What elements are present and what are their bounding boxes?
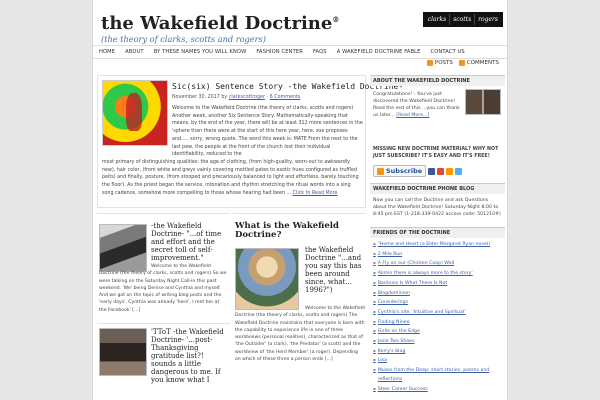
site-title[interactable]: the Wakefield Doctrine® [101,13,339,34]
subscribe-widget: MISSING NEW DOCTRINE MATERIAL? WHY NOT J… [370,145,505,181]
friend-link[interactable]: ▪ Steer Career Success [373,385,502,395]
friend-link[interactable]: ▪ Alimin there is always more to the stor… [373,269,502,279]
site-tagline: (the theory of clarks, scotts and rogers… [101,34,266,44]
nav-faqs[interactable]: FAQS [308,49,332,55]
subscribe-row: Subscribe [373,165,502,177]
main-content: Sic(six) Sentence Story -the Wakefield D… [97,75,403,400]
posts-feed-link[interactable]: POSTS [426,60,453,66]
post-excerpt: Welcome to the Wakefield Doctrine (the t… [235,306,365,363]
friend-link[interactable]: ▪ Considerings [373,298,502,308]
page-container: the Wakefield Doctrine® (the theory of c… [92,0,508,400]
nav-about[interactable]: ABOUT [120,49,149,55]
feed-links: POSTS COMMENTS [426,60,499,66]
tab-scotts[interactable]: scotts [449,14,474,25]
post-title[interactable]: the Wakefield Doctrine "...and you say t… [305,246,365,294]
post-heading[interactable]: What is the Wakefield Doctrine? [235,222,365,240]
sidebar: ABOUT THE WAKEFIELD DOCTRINE Congratulat… [370,75,505,400]
author-photo [465,89,501,115]
post-author-link[interactable]: clarkscottroger [229,95,265,100]
read-more-link[interactable]: Click to Read More [293,191,338,196]
google-icon[interactable] [437,167,445,175]
friend-link[interactable]: ▪ Girlie on the Edge [373,327,502,337]
subscribe-button[interactable]: Subscribe [373,165,427,177]
friend-link[interactable]: ▪ "Home and Heart (a Elder Margaret Ryan … [373,240,502,250]
nav-fashion-center[interactable]: FASHION CENTER [251,49,308,55]
featured-post-meta: November 30, 2017 by clarkscottroger · 6… [172,95,301,100]
widget-heading: FRIENDS OF THE DOCTRINE [370,227,505,238]
friend-link[interactable]: ▪ Backsies Is What There Is Not [373,279,502,289]
friend-link[interactable]: ▪ Cynthia's site: 'Intuitive and Spiritua… [373,308,502,318]
friend-link[interactable]: ▪ Muses from the Deep: short stories, poe… [373,366,502,384]
featured-post: Sic(six) Sentence Story -the Wakefield D… [97,75,403,208]
post-thumbnail[interactable] [99,328,147,376]
excerpt-part-1: Welcome to the Wakefield Doctrine (the t… [172,106,363,158]
right-column: What is the Wakefield Doctrine? the Wake… [233,213,366,400]
nav-contact[interactable]: CONTACT US [425,49,469,55]
posts-feed-label: POSTS [434,60,453,66]
post-comments-link[interactable]: 6 Comments [270,95,301,100]
phone-blog-text: Now you can call the Doctrine and ask Qu… [373,198,501,217]
social-icons [428,167,463,175]
post-by: by [221,95,228,100]
friend-link[interactable]: ▪ 2 Mile Run [373,250,502,260]
main-nav: HOME ABOUT BY THESE NAMES YOU WILL KNOW … [93,45,507,59]
tab-clarks[interactable]: clarks [425,14,449,25]
left-column: -the Wakefield Doctrine- "...of time and… [97,213,230,400]
friend-link[interactable]: ▪ Blogdominion [373,289,502,299]
user-type-tabs: clarks scotts rogers [422,12,503,27]
post-title[interactable]: -the Wakefield Doctrine- "...of time and… [151,222,229,262]
about-widget: ABOUT THE WAKEFIELD DOCTRINE Congratulat… [370,75,505,137]
registered-mark: ® [332,15,340,24]
site-title-text[interactable]: the Wakefield Doctrine [101,13,332,34]
friends-widget: FRIENDS OF THE DOCTRINE ▪ "Home and Heart… [370,227,505,400]
about-text: Congratulations! - You've just discovere… [370,86,464,122]
friend-link[interactable]: ▪ Lisa [373,356,502,366]
friend-link[interactable]: ▪ Kerry's blog [373,347,502,357]
widget-heading: MISSING NEW DOCTRINE MATERIAL? WHY NOT J… [373,147,499,159]
widget-heading: ABOUT THE WAKEFIELD DOCTRINE [370,75,505,86]
featured-post-title[interactable]: Sic(six) Sentence Story -the Wakefield D… [172,82,403,91]
post-date: November 30, 2017 [172,95,220,100]
widget-heading: WAKEFIELD DOCTRINE PHONE BLOG [370,183,505,194]
about-read-more-link[interactable]: [Read More...] [396,113,429,118]
post-title[interactable]: 'TToT -the Wakefield Doctrine- '...post-… [151,328,229,384]
rss-icon [426,60,433,66]
post-card: -the Wakefield Doctrine- "...of time and… [97,213,230,313]
tab-rogers[interactable]: rogers [474,14,501,25]
post-thumbnail[interactable] [235,248,299,310]
nav-by-these-names[interactable]: BY THESE NAMES YOU WILL KNOW [149,49,252,55]
nav-fable[interactable]: A WAKEFIELD DOCTRINE FABLE [332,49,426,55]
post-excerpt: Welcome to the Wakefield Doctrine (the t… [99,264,227,313]
blogger-icon[interactable] [446,167,454,175]
friends-list: ▪ "Home and Heart (a Elder Margaret Ryan … [370,238,505,396]
post-card: What is the Wakefield Doctrine? the Wake… [233,213,366,400]
rss-icon [377,167,384,175]
facebook-icon[interactable] [428,167,436,175]
twitter-icon[interactable] [455,167,463,175]
rss-icon [458,60,465,66]
post-card: 'TToT -the Wakefield Doctrine- '...post-… [97,323,230,400]
subscribe-label: Subscribe [386,167,423,175]
comments-feed-label: COMMENTS [466,60,499,66]
friend-link[interactable]: ▪ Finding Ninee [373,318,502,328]
featured-post-excerpt: Welcome to the Wakefield Doctrine (the t… [102,105,363,197]
friend-link[interactable]: ▪ A Fly on our (Chicken Coop) Wall [373,259,502,269]
friend-link[interactable]: ▪ Josie Two Shoes [373,337,502,347]
nav-home[interactable]: HOME [96,49,120,55]
comments-feed-link[interactable]: COMMENTS [458,60,499,66]
phone-blog-widget: WAKEFIELD DOCTRINE PHONE BLOG Now you ca… [370,183,505,225]
